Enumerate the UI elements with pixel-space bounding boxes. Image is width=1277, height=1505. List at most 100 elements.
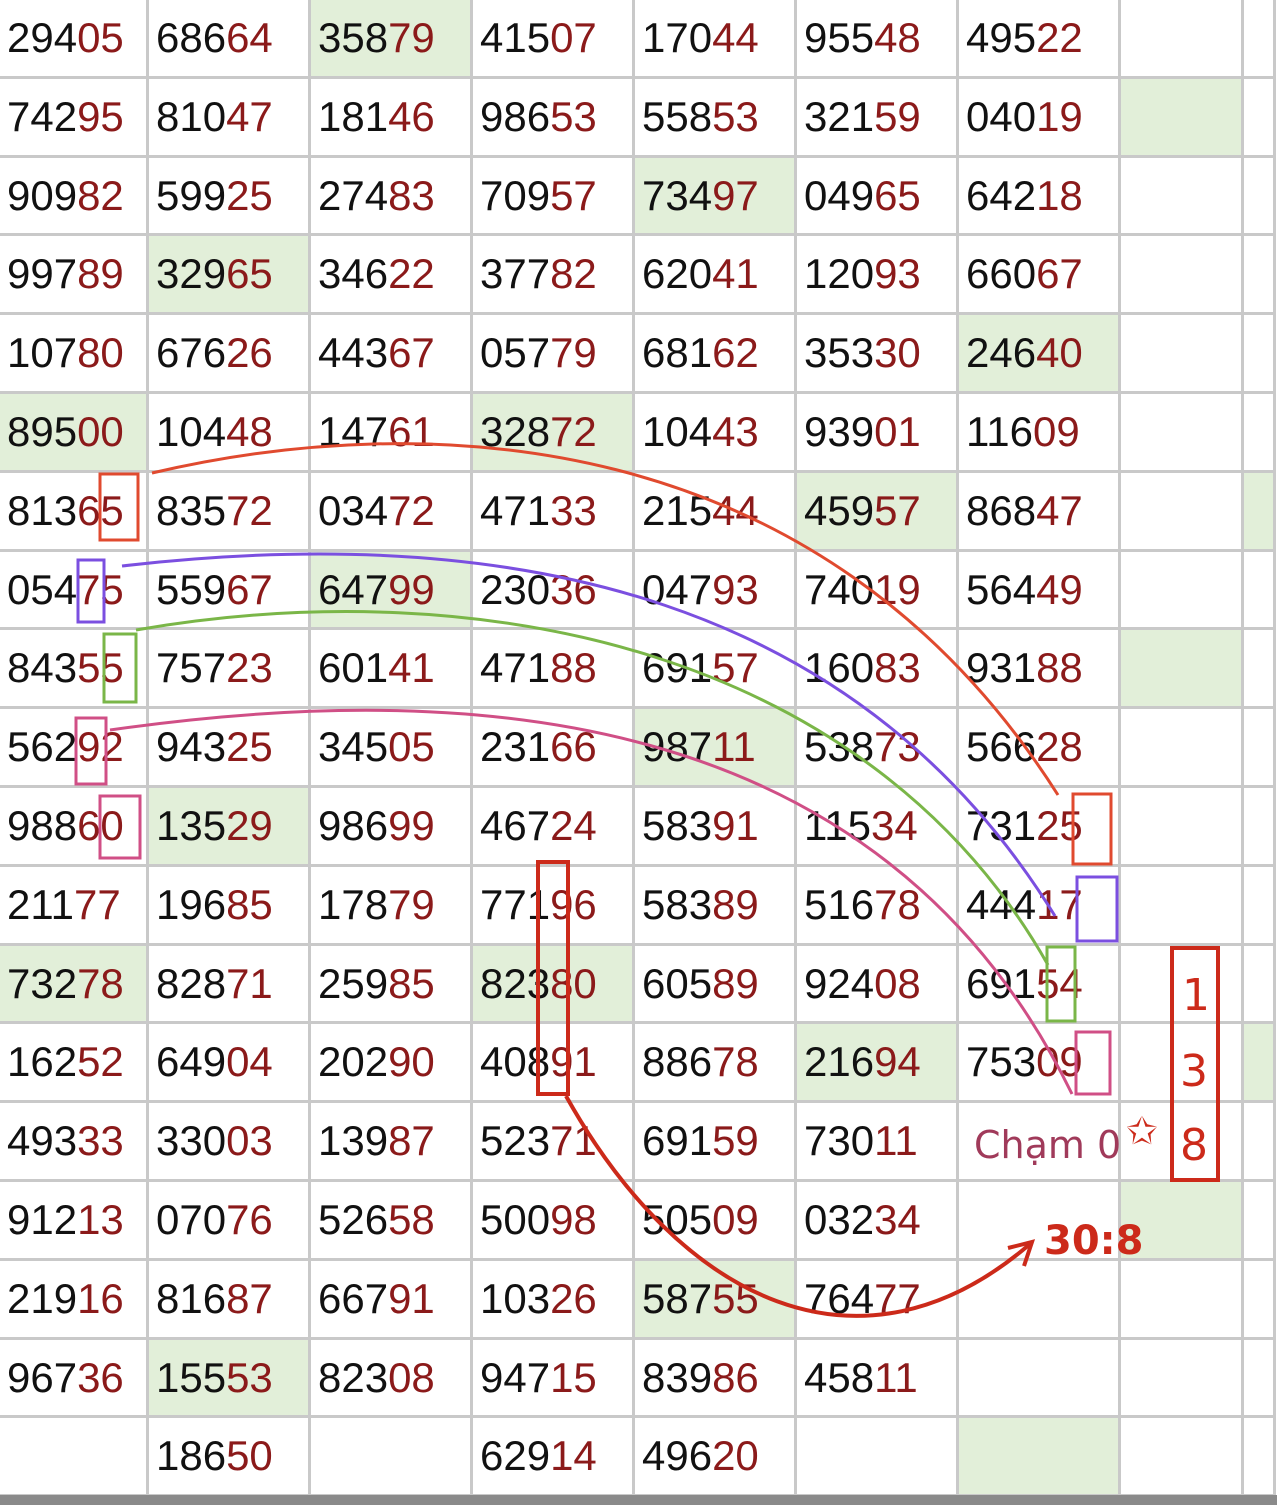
number-tail: 44 bbox=[712, 14, 759, 61]
number-tail: 71 bbox=[550, 1117, 597, 1165]
grid-cell bbox=[1244, 1103, 1276, 1182]
number-tail: 15 bbox=[550, 1353, 597, 1401]
number-tail: 48 bbox=[226, 408, 273, 455]
number-tail: 58 bbox=[388, 1196, 435, 1243]
number-tail: 65 bbox=[874, 171, 921, 219]
number-tail: 80 bbox=[550, 959, 597, 1007]
grid-cell: 64799 bbox=[311, 551, 473, 631]
number-head: 505 bbox=[642, 1196, 713, 1243]
number-head: 564 bbox=[966, 565, 1037, 613]
number-tail: 85 bbox=[226, 880, 273, 928]
number-tail: 72 bbox=[550, 408, 597, 455]
number-tail: 00 bbox=[77, 408, 124, 455]
number-tail: 46 bbox=[388, 92, 435, 140]
grid-cell: 44367 bbox=[311, 315, 473, 394]
grid-cell: 56628 bbox=[959, 709, 1121, 788]
grid-cell: 53873 bbox=[797, 709, 959, 788]
number-head: 107 bbox=[7, 329, 78, 377]
number-head: 523 bbox=[480, 1117, 551, 1165]
number-head: 620 bbox=[642, 250, 713, 298]
number-tail: 83 bbox=[388, 171, 435, 219]
number-head: 246 bbox=[966, 329, 1037, 377]
number-tail: 14 bbox=[550, 1432, 597, 1480]
number-tail: 95 bbox=[77, 92, 124, 140]
number-tail: 96 bbox=[550, 880, 597, 928]
grid-cell: 12093 bbox=[797, 236, 959, 316]
number-head: 967 bbox=[7, 1353, 78, 1401]
number-tail: 22 bbox=[1036, 14, 1083, 61]
number-head: 216 bbox=[804, 1038, 875, 1086]
number-head: 939 bbox=[804, 408, 875, 455]
grid-cell bbox=[1244, 315, 1276, 394]
number-tail: 23 bbox=[226, 644, 273, 692]
grid-cell bbox=[1121, 788, 1244, 867]
grid-cell: 20290 bbox=[311, 1024, 473, 1104]
number-tail: 61 bbox=[388, 408, 435, 455]
grid-cell: 60589 bbox=[635, 945, 797, 1025]
number-head: 986 bbox=[480, 92, 551, 140]
number-tail: 72 bbox=[388, 486, 435, 534]
grid-cell: 83986 bbox=[635, 1339, 797, 1419]
grid-cell: 47188 bbox=[473, 630, 635, 710]
number-tail: 41 bbox=[712, 250, 759, 298]
grid-cell: 58389 bbox=[635, 866, 797, 946]
grid-cell bbox=[1121, 78, 1244, 158]
grid-cell bbox=[1244, 1182, 1276, 1261]
bottom-scroll-edge bbox=[0, 1495, 1277, 1505]
grid-cell bbox=[1244, 1260, 1276, 1340]
number-head: 931 bbox=[966, 644, 1037, 692]
grid-cell: 69157 bbox=[635, 630, 797, 710]
grid-cell: 21177 bbox=[0, 866, 149, 946]
number-tail: 41 bbox=[388, 644, 435, 692]
grid-cell: 03234 bbox=[797, 1182, 959, 1261]
number-tail: 57 bbox=[550, 171, 597, 219]
number-head: 330 bbox=[156, 1117, 227, 1165]
grid-cell: 50509 bbox=[635, 1182, 797, 1261]
grid-cell: 33003 bbox=[149, 1103, 311, 1182]
grid-cell bbox=[0, 1418, 149, 1498]
grid-cell: 17044 bbox=[635, 0, 797, 79]
grid-cell bbox=[1121, 945, 1244, 1025]
grid-cell bbox=[1121, 1418, 1244, 1498]
number-head: 943 bbox=[156, 723, 227, 771]
number-tail: 91 bbox=[388, 1274, 435, 1322]
grid-cell bbox=[1121, 551, 1244, 631]
number-tail: 57 bbox=[712, 644, 759, 692]
grid-cell: 46724 bbox=[473, 788, 635, 867]
number-tail: 89 bbox=[77, 250, 124, 298]
number-head: 202 bbox=[318, 1038, 389, 1086]
grid-cell bbox=[959, 1418, 1121, 1498]
number-tail: 78 bbox=[77, 959, 124, 1007]
number-tail: 72 bbox=[226, 486, 273, 534]
grid-cell: 89500 bbox=[0, 394, 149, 473]
number-head: 120 bbox=[804, 250, 875, 298]
number-tail: 79 bbox=[388, 880, 435, 928]
number-head: 587 bbox=[642, 1274, 713, 1322]
number-tail: 89 bbox=[712, 959, 759, 1007]
grid-cell: 82380 bbox=[473, 945, 635, 1025]
number-head: 828 bbox=[156, 959, 227, 1007]
grid-cell: 15553 bbox=[149, 1339, 311, 1419]
number-head: 139 bbox=[318, 1117, 389, 1165]
number-head: 987 bbox=[642, 723, 713, 771]
number-head: 667 bbox=[318, 1274, 389, 1322]
grid-cell: 41507 bbox=[473, 0, 635, 79]
number-tail: 11 bbox=[874, 1353, 918, 1401]
number-tail: 78 bbox=[712, 1038, 759, 1086]
grid-cell bbox=[1121, 236, 1244, 316]
number-head: 647 bbox=[318, 565, 389, 613]
grid-cell: 17879 bbox=[311, 866, 473, 946]
grid-cell: 49522 bbox=[959, 0, 1121, 79]
number-head: 988 bbox=[7, 802, 78, 849]
number-tail: 99 bbox=[388, 565, 435, 613]
number-tail: 87 bbox=[388, 1117, 435, 1165]
grid-cell: 75723 bbox=[149, 630, 311, 710]
number-tail: 40 bbox=[1036, 329, 1083, 377]
grid-cell: 25985 bbox=[311, 945, 473, 1025]
grid-cell: 88678 bbox=[635, 1024, 797, 1104]
number-head: 753 bbox=[966, 1038, 1037, 1086]
number-head: 345 bbox=[318, 723, 389, 771]
grid-cell: 50098 bbox=[473, 1182, 635, 1261]
grid-cell bbox=[1244, 866, 1276, 946]
grid-cell: 11609 bbox=[959, 394, 1121, 473]
